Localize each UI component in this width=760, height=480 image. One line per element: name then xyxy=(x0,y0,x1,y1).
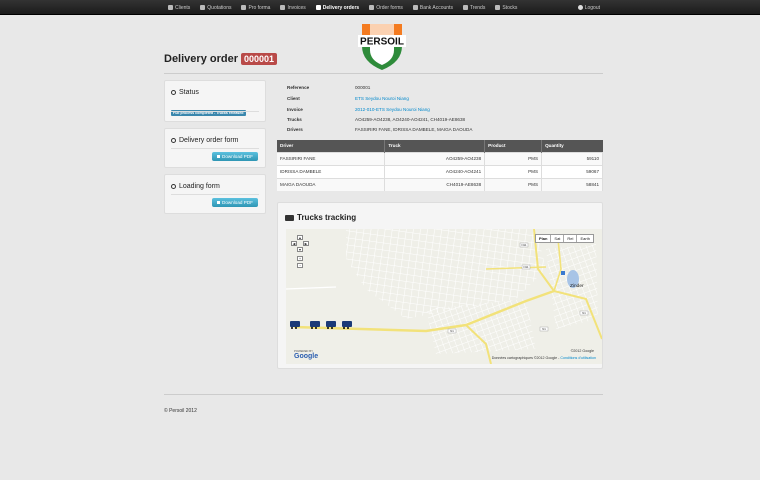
col-driver: Driver xyxy=(277,140,386,152)
nav-delivery-orders[interactable]: Delivery orders xyxy=(315,5,359,11)
col-truck: Truck xyxy=(384,140,486,152)
map-data-credit: Données cartographiques ©2012 Google - C… xyxy=(491,356,596,360)
truck-marker-icon[interactable] xyxy=(290,321,300,329)
arrow-up-icon: ▲ xyxy=(298,235,302,240)
pan-up-button[interactable]: ▲ xyxy=(297,235,303,240)
download-icon xyxy=(217,201,221,204)
drop-icon xyxy=(495,5,501,10)
top-navbar: Clients Quotations Pro forma Invoices De… xyxy=(0,0,760,15)
pan-down-button[interactable]: ▼ xyxy=(297,247,303,252)
pan-right-button[interactable]: ▶ xyxy=(303,241,309,246)
power-icon xyxy=(577,5,583,10)
title-divider xyxy=(164,73,603,74)
road-label-text: N11 xyxy=(522,243,527,247)
info-invoice: Invoice 2012-010-ETS Seydou Nouroi Niang xyxy=(287,107,430,112)
arrow-right-icon: ▶ xyxy=(304,241,308,246)
map-type-switcher: Plan Sat Rel Earth xyxy=(534,234,594,243)
info-reference: Reference 000001 xyxy=(287,85,371,90)
folder-icon xyxy=(369,5,375,10)
info-client: Client ETS Seydou Nouroi Niang xyxy=(287,96,409,101)
document-icon xyxy=(280,5,286,10)
zoom-out-button[interactable]: − xyxy=(297,263,303,268)
download-loading-pdf-button[interactable]: Download PDF xyxy=(212,198,258,207)
info-drivers: Drivers FASSIRIRI FANE, IDRISSA DAMBELE, … xyxy=(287,127,473,132)
truck-marker-icon[interactable] xyxy=(310,321,320,329)
invoice-link[interactable]: 2012-010-ETS Seydou Nouroi Niang xyxy=(355,107,430,112)
bank-icon xyxy=(412,5,418,10)
road-label-text: N1 xyxy=(450,329,454,333)
delivery-form-panel: Delivery order form Download PDF xyxy=(164,128,266,168)
info-trucks: Trucks AO4259-AO4238, AO4240-AO4241, CH40… xyxy=(287,117,466,122)
minus-icon: − xyxy=(298,263,302,268)
delivery-table: Driver Truck Product Quantity FASSIRIRI … xyxy=(277,140,603,191)
loading-form-panel: Loading form Download PDF xyxy=(164,174,266,214)
list-icon xyxy=(200,5,206,10)
nav-bank-accounts[interactable]: Bank Accounts xyxy=(412,5,453,11)
refresh-icon xyxy=(171,184,176,189)
nav-stocks[interactable]: Stocks xyxy=(495,5,517,11)
persoil-logo: PERSOIL xyxy=(358,24,406,70)
truck-icon xyxy=(285,214,294,221)
footer-divider xyxy=(164,394,603,395)
map-city-label: Zinder xyxy=(570,284,584,289)
status-panel: Status Full process completed - Trucks r… xyxy=(164,80,266,122)
map-type-earth[interactable]: Earth xyxy=(577,235,593,242)
arrow-down-icon: ▼ xyxy=(298,247,302,252)
nav-invoices[interactable]: Invoices xyxy=(280,5,306,11)
table-row: IDRISSA DAMBELE AO4240-AO4241 PMS 59067 xyxy=(277,164,603,178)
truck-icon xyxy=(315,5,321,10)
pan-left-button[interactable]: ◀ xyxy=(291,241,297,246)
road-label-text: N11 xyxy=(524,265,529,269)
nav-quotations[interactable]: Quotations xyxy=(200,5,231,11)
col-product: Product xyxy=(484,140,543,152)
logo-text: PERSOIL xyxy=(360,37,404,48)
map-copyright: ©2012 Google xyxy=(570,349,594,353)
google-logo: POWERED BY Google xyxy=(294,349,319,360)
tracking-title: Trucks tracking xyxy=(285,213,356,222)
map-type-rel[interactable]: Rel xyxy=(564,235,578,242)
table-row: MAIGA DAOUDA CH4019-AE8638 PMS 58841 xyxy=(277,177,603,191)
footer-text: © Persoil 2012 xyxy=(164,408,197,414)
nav-trends[interactable]: Trends xyxy=(462,5,485,11)
nav-clients[interactable]: Clients xyxy=(168,5,190,11)
download-delivery-pdf-button[interactable]: Download PDF xyxy=(212,152,258,161)
zoom-in-button[interactable]: + xyxy=(297,256,303,261)
document-icon xyxy=(241,5,247,10)
terms-link[interactable]: Conditions d'utilisation xyxy=(560,356,596,360)
refresh-icon xyxy=(171,138,176,143)
tracking-map[interactable]: N1 N11 N11 N1 N1 Plan Sat Rel Earth ▲ ◀ … xyxy=(286,229,602,364)
nav-order-forms[interactable]: Order forms xyxy=(369,5,403,11)
info-icon xyxy=(171,90,176,95)
road-label-text: N1 xyxy=(582,311,586,315)
page-title: Delivery order 000001 xyxy=(164,53,278,65)
map-canvas: N1 N11 N11 N1 N1 xyxy=(286,229,602,364)
trend-icon xyxy=(462,5,468,10)
trucks-tracking-panel: Trucks tracking N1 N11 N11 N1 N1 Plan Sa… xyxy=(277,202,603,369)
logout-link[interactable]: Logout xyxy=(577,0,600,15)
client-link[interactable]: ETS Seydou Nouroi Niang xyxy=(355,96,409,101)
col-quantity: Quantity xyxy=(541,140,603,152)
download-icon xyxy=(217,155,221,158)
table-header-row: Driver Truck Product Quantity xyxy=(277,140,603,152)
truck-marker-icon[interactable] xyxy=(326,321,336,329)
table-row: FASSIRIRI FANE AO4259-AO4238 PMS 59110 xyxy=(277,151,603,165)
arrow-left-icon: ◀ xyxy=(292,241,296,246)
user-icon xyxy=(168,5,173,10)
order-id-badge: 000001 xyxy=(240,53,278,65)
truck-marker-icon[interactable] xyxy=(342,321,352,329)
nav-items: Clients Quotations Pro forma Invoices De… xyxy=(168,0,527,15)
map-type-sat[interactable]: Sat xyxy=(551,235,565,242)
road-label-text: N1 xyxy=(542,327,546,331)
plus-icon: + xyxy=(298,256,302,261)
map-type-plan[interactable]: Plan xyxy=(536,235,552,242)
nav-pro-forma[interactable]: Pro forma xyxy=(241,5,270,11)
city-marker-icon xyxy=(561,271,565,275)
